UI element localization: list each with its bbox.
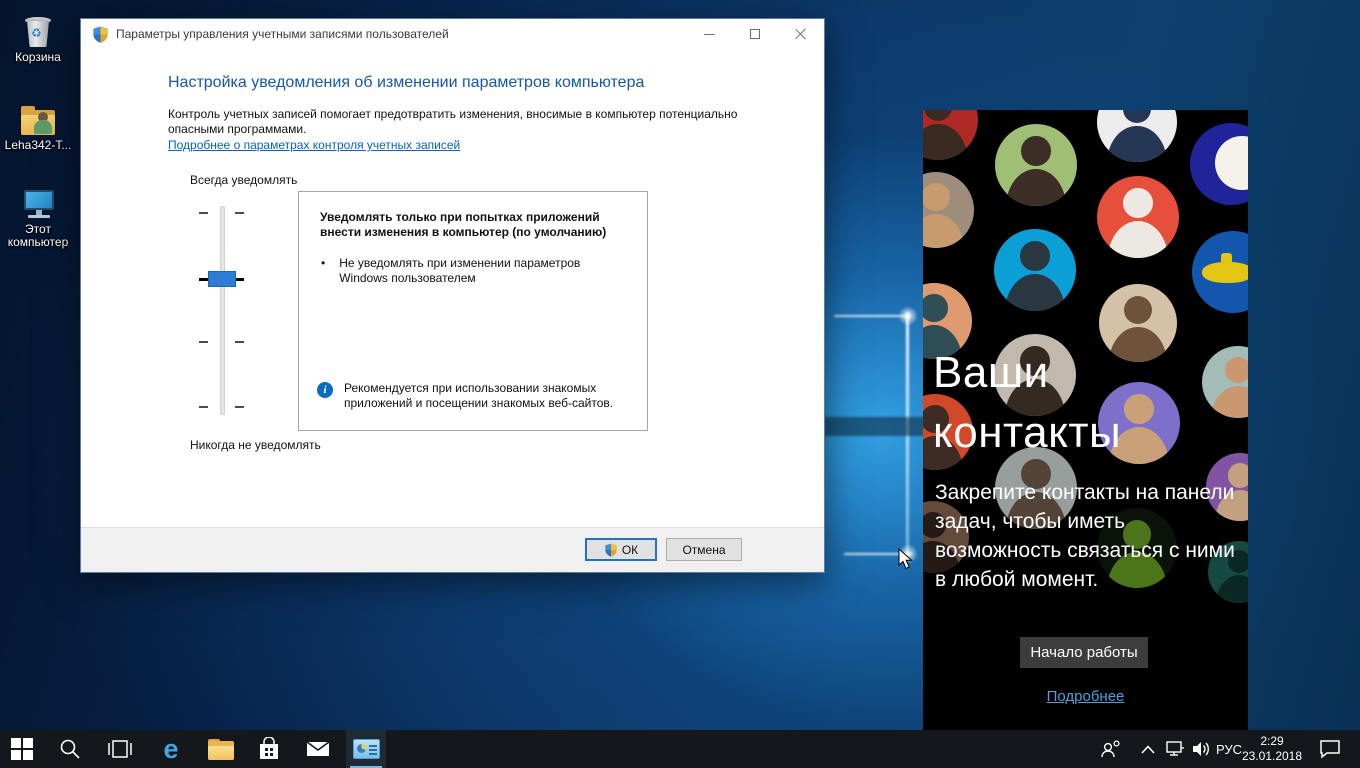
slider-top-label: Всегда уведомлять bbox=[190, 173, 298, 187]
cancel-button-label: Отмена bbox=[682, 542, 726, 557]
task-view-button[interactable] bbox=[100, 730, 140, 768]
slider-tick bbox=[235, 406, 244, 408]
minimize-button[interactable] bbox=[686, 19, 732, 49]
clock[interactable]: 2:29 23.01.2018 bbox=[1242, 730, 1302, 768]
contacts-title-line2: контакты bbox=[933, 408, 1122, 457]
avatar-photo-red-woman bbox=[923, 110, 978, 160]
uac-settings-taskbar-button[interactable] bbox=[346, 730, 386, 768]
start-button[interactable] bbox=[2, 730, 42, 768]
level-note-text: Рекомендуется при использовании знакомых… bbox=[344, 381, 614, 410]
slider-tick-active bbox=[199, 278, 208, 281]
store-button[interactable] bbox=[249, 730, 289, 768]
learn-more-link[interactable]: Подробнее bbox=[923, 688, 1248, 705]
avatar-baseball bbox=[1190, 123, 1248, 205]
clock-date: 23.01.2018 bbox=[1241, 749, 1303, 763]
avatar-photo-desk-man bbox=[1099, 284, 1177, 362]
slider-tick bbox=[235, 212, 244, 214]
edge-browser-button[interactable]: e bbox=[151, 730, 191, 768]
avatar-submarine bbox=[1192, 231, 1248, 313]
slider-tick bbox=[199, 341, 208, 343]
level-title: Уведомлять только при попытках приложени… bbox=[320, 210, 607, 239]
slider-tick-active bbox=[235, 278, 244, 281]
desktop-icon-user-folder[interactable]: Leha342-T... bbox=[0, 100, 76, 152]
search-icon bbox=[60, 739, 80, 759]
network-tray-button[interactable] bbox=[1162, 730, 1188, 768]
mail-button[interactable] bbox=[298, 730, 338, 768]
slider-tick bbox=[199, 406, 208, 408]
people-tray-button[interactable] bbox=[1096, 730, 1126, 768]
close-icon bbox=[795, 28, 807, 40]
avatar-photo-green-woman bbox=[995, 124, 1077, 206]
people-contacts-panel: Ваши контакты Закрепите контакты на пане… bbox=[923, 110, 1248, 730]
slider-tick bbox=[199, 212, 208, 214]
avatar-illus-cyan-man bbox=[994, 229, 1076, 311]
uac-more-info-link[interactable]: Подробнее о параметрах контроля учетных … bbox=[168, 138, 460, 152]
ok-button[interactable]: ОК bbox=[585, 538, 657, 561]
desktop-icon-this-pc[interactable]: Этот компьютер bbox=[0, 184, 76, 249]
maximize-icon bbox=[750, 29, 760, 39]
close-button[interactable] bbox=[778, 19, 824, 49]
taskbar: e РУС 2:29 23.01.2018 bbox=[0, 730, 1360, 768]
uac-level-description-box: Уведомлять только при попытках приложени… bbox=[298, 191, 648, 431]
avatar-illus-teal-woman bbox=[1202, 346, 1248, 418]
info-icon: i bbox=[317, 382, 333, 398]
page-title: Настройка уведомления об изменении парам… bbox=[168, 74, 645, 91]
people-icon bbox=[1101, 740, 1120, 758]
desktop-icon-label: Корзина bbox=[15, 50, 61, 64]
ok-button-label: ОК bbox=[621, 542, 639, 557]
uac-description: Контроль учетных записей помогает предот… bbox=[168, 107, 738, 136]
window-footer: ОК Отмена bbox=[81, 527, 824, 572]
contacts-body-text: Закрепите контакты на панели задач, чтоб… bbox=[935, 481, 1235, 591]
search-button[interactable] bbox=[50, 730, 90, 768]
desktop: ♻ Корзина Leha342-T... Этот компьютер Па… bbox=[0, 0, 1360, 768]
recycle-bin-icon: ♻ bbox=[0, 12, 76, 48]
window-title: Параметры управления учетными записями п… bbox=[116, 27, 449, 41]
uac-slider-track[interactable] bbox=[220, 206, 225, 415]
mail-icon bbox=[306, 741, 330, 756]
edge-icon: e bbox=[163, 734, 179, 764]
store-icon bbox=[260, 737, 278, 759]
user-folder-icon bbox=[0, 100, 76, 136]
mouse-cursor bbox=[898, 548, 913, 570]
show-hidden-icons-button[interactable] bbox=[1136, 730, 1160, 768]
action-center-icon bbox=[1320, 740, 1340, 759]
avatar-photo-child-collage bbox=[923, 172, 974, 248]
language-indicator[interactable]: РУС bbox=[1212, 730, 1246, 768]
volume-tray-button[interactable] bbox=[1188, 730, 1214, 768]
uac-slider-handle[interactable] bbox=[208, 271, 236, 287]
desktop-icon-label: Leha342-T... bbox=[4, 138, 72, 152]
avatar-illus-red-woman bbox=[1097, 176, 1179, 258]
control-panel-icon bbox=[352, 739, 380, 759]
action-center-button[interactable] bbox=[1312, 730, 1348, 768]
desktop-icon-recycle-bin[interactable]: ♻ Корзина bbox=[0, 12, 76, 64]
slider-bottom-label: Никогда не уведомлять bbox=[190, 438, 321, 452]
chevron-up-icon bbox=[1141, 744, 1155, 754]
speaker-icon bbox=[1193, 742, 1209, 756]
minimize-icon bbox=[703, 33, 715, 35]
level-bullet-text: Не уведомлять при изменении параметров W… bbox=[339, 256, 581, 285]
clock-time: 2:29 bbox=[1260, 734, 1284, 748]
contacts-title-line1: Ваши bbox=[933, 348, 1049, 397]
slider-tick bbox=[235, 341, 244, 343]
desktop-icon-label: Этот компьютер bbox=[7, 222, 69, 249]
task-view-icon bbox=[108, 740, 132, 758]
uac-shield-icon bbox=[605, 543, 617, 557]
cancel-button[interactable]: Отмена bbox=[666, 538, 742, 561]
uac-shield-icon bbox=[93, 26, 108, 43]
wallpaper-glow-node bbox=[898, 306, 918, 326]
file-explorer-button[interactable] bbox=[201, 730, 241, 768]
bullet-glyph: • bbox=[321, 256, 326, 270]
windows-logo-icon bbox=[11, 738, 33, 760]
uac-settings-window: Параметры управления учетными записями п… bbox=[80, 18, 825, 573]
maximize-button[interactable] bbox=[732, 19, 778, 49]
this-pc-icon bbox=[0, 184, 76, 220]
network-icon bbox=[1166, 741, 1184, 756]
avatar-illus-white-woman bbox=[1097, 110, 1177, 162]
file-explorer-icon bbox=[208, 738, 234, 760]
get-started-button[interactable]: Начало работы bbox=[1020, 637, 1148, 668]
wallpaper-dark-band bbox=[824, 417, 926, 436]
